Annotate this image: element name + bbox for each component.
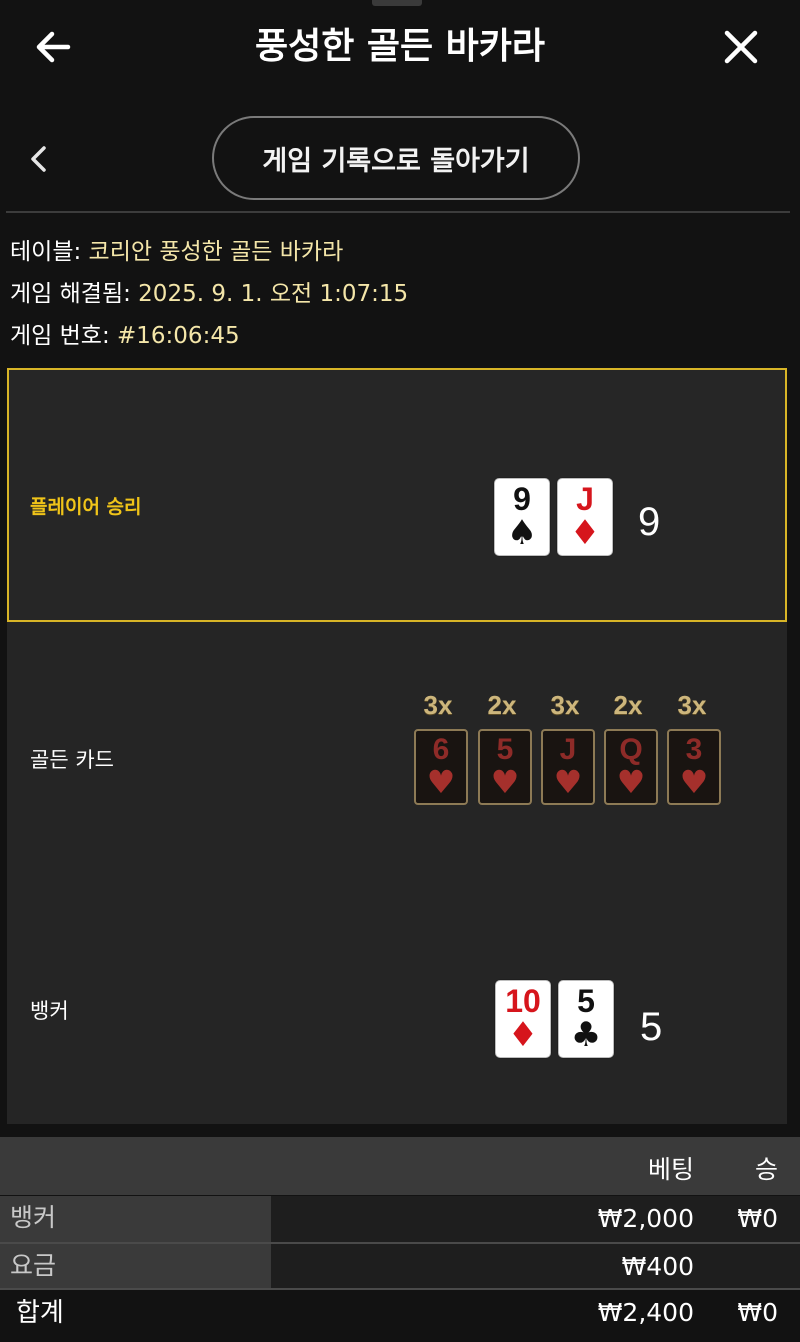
golden-card-2: 5 ♥ [478, 729, 532, 805]
player-card-2: J ♦ [557, 478, 613, 556]
header-bar: 풍성한 골든 바카라 [0, 0, 800, 95]
bets-table-header: 베팅 승 [0, 1137, 800, 1195]
multiplier-badge: 2x [487, 690, 517, 720]
banker-score: 5 [640, 1005, 663, 1049]
game-number-value: #16:06:45 [117, 323, 240, 349]
spade-icon: ♠ [506, 513, 538, 553]
diamond-icon: ♦ [569, 513, 601, 553]
heart-icon: ♥ [490, 763, 520, 801]
card-rank: Q [619, 733, 643, 766]
multiplier-badge: 2x [613, 690, 643, 720]
player-win-label: 플레이어 승리 [30, 496, 142, 518]
golden-cards-label: 골든 카드 [30, 748, 114, 772]
total-win-amount: ₩0 [737, 1298, 778, 1327]
page-title: 풍성한 골든 바카라 [254, 26, 546, 67]
golden-card-5: 3 ♥ [667, 729, 721, 805]
back-to-history-button[interactable]: 게임 기록으로 돌아가기 [212, 116, 580, 200]
bet-row-label: 뱅커 [0, 1196, 271, 1242]
golden-card-1: 6 ♥ [414, 729, 468, 805]
golden-card-3: J ♥ [541, 729, 595, 805]
bet-row-values [271, 1244, 800, 1290]
golden-card-4: Q ♥ [604, 729, 658, 805]
win-amount: ₩0 [737, 1204, 778, 1233]
chevron-left-icon[interactable] [24, 142, 54, 176]
resolved-info: 게임 해결됨: 2025. 9. 1. 오전 1:07:15 [10, 274, 408, 308]
banker-card-1: 10 ♦ [495, 980, 551, 1058]
bet-amount: ₩2,000 [597, 1204, 694, 1233]
card-rank: J [559, 733, 577, 766]
player-card-1: 9 ♠ [494, 478, 550, 556]
bet-amount: ₩400 [621, 1252, 694, 1281]
club-icon: ♣ [570, 1015, 602, 1055]
multiplier-badge: 3x [677, 690, 707, 720]
card-rank: 3 [685, 733, 703, 766]
card-rank: 9 [513, 481, 531, 517]
total-row: 합계 ₩2,400 ₩0 [0, 1290, 800, 1342]
table-value: 코리안 풍성한 골든 바카라 [88, 239, 344, 265]
multiplier-badge: 3x [550, 690, 580, 720]
divider [6, 211, 790, 213]
game-number-label: 게임 번호: [10, 323, 118, 349]
banker-card-2: 5 ♣ [558, 980, 614, 1058]
bet-row-label: 요금 [0, 1244, 271, 1290]
heart-icon: ♥ [553, 763, 583, 801]
card-rank: 10 [505, 983, 541, 1019]
player-score: 9 [638, 500, 661, 544]
resolved-value: 2025. 9. 1. 오전 1:07:15 [138, 281, 409, 307]
game-number-info: 게임 번호: #16:06:45 [10, 316, 240, 350]
table-row: 요금 ₩400 [0, 1244, 800, 1290]
card-rank: 5 [577, 983, 595, 1019]
table-row: 뱅커 ₩2,000 ₩0 [0, 1196, 800, 1242]
total-bet-amount: ₩2,400 [597, 1298, 694, 1327]
table-label: 테이블: [10, 239, 89, 265]
total-label: 합계 [16, 1298, 64, 1328]
resolved-label: 게임 해결됨: [10, 281, 139, 307]
win-column-header: 승 [754, 1155, 778, 1184]
bet-column-header: 베팅 [647, 1155, 694, 1184]
diamond-icon: ♦ [507, 1015, 539, 1055]
heart-icon: ♥ [426, 763, 456, 801]
card-rank: 5 [496, 733, 514, 766]
heart-icon: ♥ [679, 763, 709, 801]
table-info: 테이블: 코리안 풍성한 골든 바카라 [10, 232, 343, 266]
multiplier-badge: 3x [423, 690, 453, 720]
close-icon[interactable] [718, 24, 764, 70]
bet-row-values [271, 1196, 800, 1242]
banker-label: 뱅커 [30, 999, 69, 1023]
card-rank: 6 [432, 733, 450, 766]
heart-icon: ♥ [616, 763, 646, 801]
card-rank: J [576, 481, 594, 517]
